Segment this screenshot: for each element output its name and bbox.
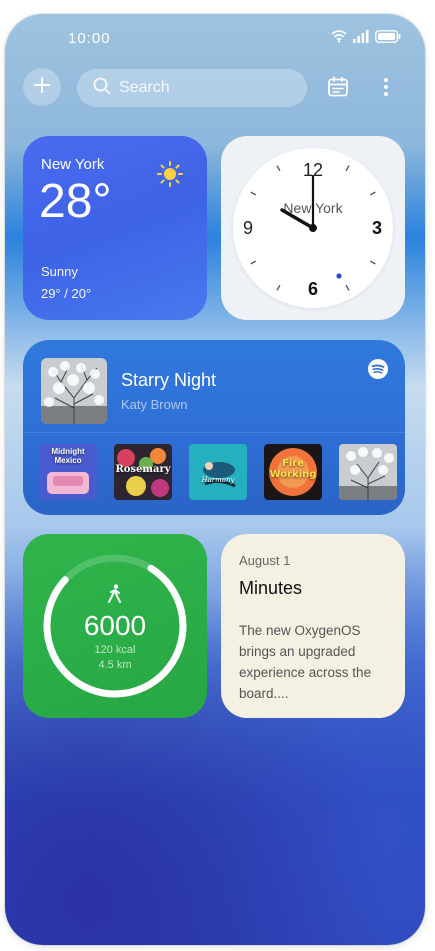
- weather-condition: Sunny: [41, 264, 78, 279]
- numeral-3: 3: [372, 218, 382, 238]
- numeral-9: 9: [243, 218, 253, 238]
- more-options-button[interactable]: [381, 76, 391, 103]
- plus-icon: [33, 76, 51, 99]
- clock-center: [309, 224, 317, 232]
- status-bar: 10:00: [5, 14, 425, 64]
- walk-icon: [107, 584, 123, 609]
- wifi-icon: [331, 29, 347, 48]
- music-widget[interactable]: Starry Night Katy Brown Midnight Mexico: [23, 340, 405, 515]
- add-widget-button[interactable]: [23, 68, 61, 106]
- clock-tick: [345, 165, 350, 172]
- calendar-button[interactable]: [327, 76, 349, 103]
- clock-tick: [369, 191, 376, 196]
- note-date: August 1: [239, 553, 291, 568]
- battery-icon: [375, 29, 401, 48]
- steps-count: 6000: [83, 610, 147, 641]
- steps-kcal: 120 kcal: [94, 644, 136, 656]
- numeral-6: 6: [308, 279, 318, 299]
- clock-widget[interactable]: 12 3 6 9 New York: [221, 136, 405, 320]
- track-title: Starry Night: [121, 370, 217, 390]
- clock-tick: [250, 191, 257, 196]
- steps-distance: 4.5 km: [98, 659, 132, 671]
- weather-range: 29° / 20°: [41, 286, 92, 301]
- calendar-icon: [327, 76, 349, 102]
- signal-icon: [353, 29, 369, 48]
- clock-tick: [369, 260, 376, 265]
- status-time: 10:00: [68, 30, 111, 47]
- music-divider: [23, 432, 405, 433]
- playlist-item[interactable]: Midnight Mexico: [39, 444, 97, 500]
- weather-temperature: 28°: [39, 175, 112, 228]
- clock-tick: [276, 284, 281, 291]
- spotify-icon[interactable]: [367, 358, 389, 385]
- more-vertical-icon: [381, 78, 391, 102]
- home-screen: 10:00 Search New York 28° Sunny 29° / 20…: [5, 14, 425, 945]
- track-artist: Katy Brown: [121, 397, 188, 412]
- weather-city: New York: [41, 156, 105, 173]
- steps-widget[interactable]: 6000 120 kcal 4.5 km: [23, 534, 207, 718]
- search-icon: [93, 77, 111, 100]
- playlist-label: Midnight Mexico: [51, 447, 85, 465]
- weather-widget[interactable]: New York 28° Sunny 29° / 20°: [23, 136, 207, 320]
- playlist-item[interactable]: Harmony: [189, 444, 247, 500]
- search-bar[interactable]: Search: [77, 69, 307, 107]
- clock-tick: [345, 284, 350, 291]
- album-art[interactable]: [41, 358, 107, 424]
- sun-icon: [156, 160, 184, 193]
- status-icons: [331, 29, 401, 48]
- playlist-label: Harmony: [201, 476, 235, 484]
- clock-tick: [250, 260, 257, 265]
- notes-widget[interactable]: August 1 Minutes The new OxygenOS brings…: [221, 534, 405, 718]
- playlist: Midnight Mexico Rosemary Harmony Fire Wo…: [39, 444, 397, 500]
- top-bar: Search: [5, 68, 425, 112]
- clock-minute-dot: [336, 273, 342, 279]
- playlist-label: Fire Working: [269, 458, 317, 480]
- clock-tick: [276, 165, 281, 172]
- playlist-item[interactable]: [339, 444, 397, 500]
- search-placeholder: Search: [119, 79, 170, 96]
- note-body: The new OxygenOS brings an upgraded expe…: [239, 623, 372, 701]
- playlist-item[interactable]: Rosemary: [114, 444, 172, 500]
- note-title: Minutes: [239, 578, 303, 598]
- clock-face: 12 3 6 9 New York: [233, 148, 393, 308]
- clock-dial: 12 3 6 9 New York: [243, 160, 382, 299]
- playlist-item[interactable]: Fire Working: [264, 444, 322, 500]
- playlist-label: Rosemary: [115, 464, 171, 475]
